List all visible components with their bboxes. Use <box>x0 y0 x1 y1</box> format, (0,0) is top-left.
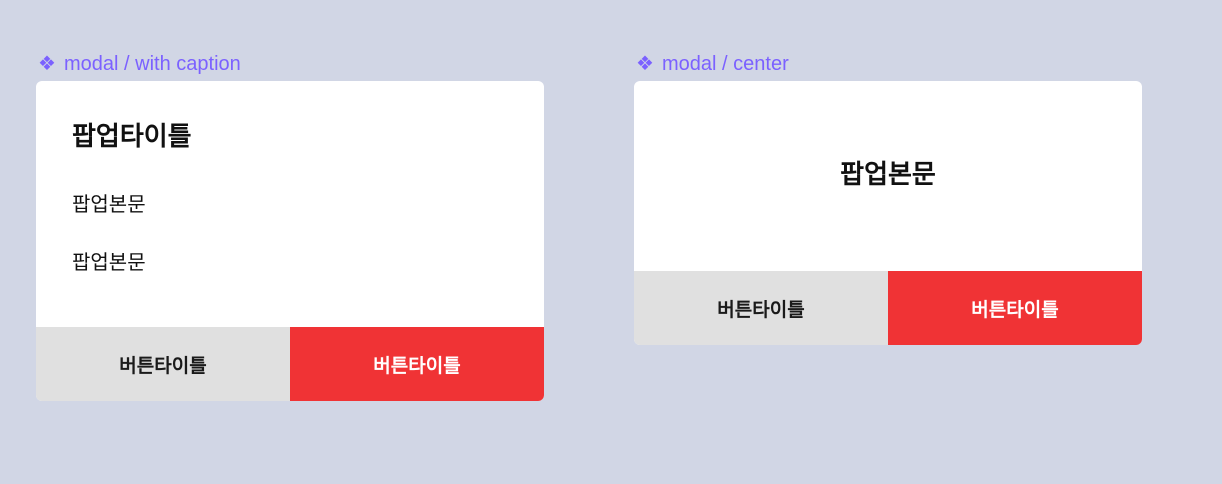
popup-body-text: 팝업본문 <box>72 250 146 274</box>
modal-button-row: 버튼타이틀 버튼타이틀 <box>634 271 1142 345</box>
popup-body-text: 팝업본문 <box>72 192 146 216</box>
component-label: ❖ modal / with caption <box>36 52 544 76</box>
component-icon: ❖ <box>636 53 654 75</box>
modal-body: 팝업본문 <box>634 81 1142 271</box>
modal-body: 팝업타이틀 팝업본문 팝업본문 <box>36 81 544 327</box>
modal-center-component: ❖ modal / center 팝업본문 버튼타이틀 버튼타이틀 <box>634 52 1142 345</box>
primary-button[interactable]: 버튼타이틀 <box>290 327 544 401</box>
popup-title: 팝업타이틀 <box>72 122 192 152</box>
secondary-button[interactable]: 버튼타이틀 <box>634 271 888 345</box>
component-label: ❖ modal / center <box>634 52 1142 76</box>
modal-with-caption-component: ❖ modal / with caption 팝업타이틀 팝업본문 팝업본문 버… <box>36 52 544 401</box>
component-label-text: modal / center <box>662 52 789 75</box>
secondary-button[interactable]: 버튼타이틀 <box>36 327 290 401</box>
component-icon: ❖ <box>38 53 56 75</box>
popup-body-text: 팝업본문 <box>840 159 936 190</box>
component-label-text: modal / with caption <box>64 52 241 75</box>
primary-button[interactable]: 버튼타이틀 <box>888 271 1142 345</box>
modal-button-row: 버튼타이틀 버튼타이틀 <box>36 327 544 401</box>
modal-center: 팝업본문 버튼타이틀 버튼타이틀 <box>634 81 1142 345</box>
modal-with-caption: 팝업타이틀 팝업본문 팝업본문 버튼타이틀 버튼타이틀 <box>36 81 544 401</box>
